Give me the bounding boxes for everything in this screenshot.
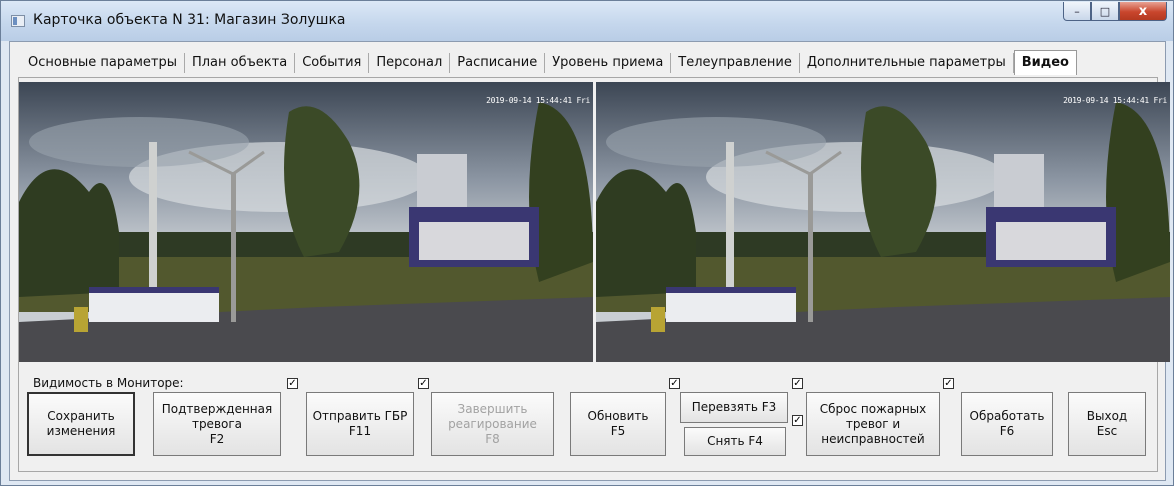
save-changes-button[interactable]: Сохранить изменения — [27, 392, 135, 456]
close-button[interactable]: x — [1119, 2, 1167, 21]
tab-strip: Основные параметры План объекта События … — [18, 49, 1077, 76]
refresh-button[interactable]: Обновить F5 — [570, 392, 666, 456]
tab-schedule[interactable]: Расписание — [450, 53, 546, 73]
tab-main-parameters[interactable]: Основные параметры — [18, 53, 185, 73]
app-icon — [11, 15, 25, 27]
confirmed-alarm-button[interactable]: Подтвержденная тревога F2 — [153, 392, 281, 456]
visibility-checkbox-disarm[interactable]: ✓ — [792, 415, 803, 426]
tab-personnel[interactable]: Персонал — [369, 53, 451, 73]
tab-additional-parameters[interactable]: Дополнительные параметры — [800, 53, 1014, 73]
tab-reception-level[interactable]: Уровень приема — [545, 53, 672, 73]
camera-view-1[interactable]: 2019-09-14 15:44:41 Fri — [19, 82, 593, 362]
disarm-button[interactable]: Снять F4 — [684, 427, 786, 456]
monitor-visibility-label: Видимость в Мониторе: — [33, 376, 184, 390]
visibility-checkbox-rearm[interactable]: ✓ — [792, 378, 803, 389]
exit-button[interactable]: Выход Esc — [1068, 392, 1146, 456]
tab-events[interactable]: События — [295, 53, 370, 73]
camera-image-2 — [596, 82, 1170, 362]
camera-view-2[interactable]: 2019-09-14 15:44:41 Fri — [596, 82, 1170, 362]
visibility-checkbox-send-gbr[interactable]: ✓ — [418, 378, 429, 389]
tab-object-plan[interactable]: План объекта — [185, 53, 296, 73]
visibility-checkbox-refresh[interactable]: ✓ — [669, 378, 680, 389]
minimize-button[interactable]: – — [1063, 2, 1091, 21]
process-button[interactable]: Обработать F6 — [961, 392, 1053, 456]
camera-1-timestamp: 2019-09-14 15:44:41 Fri — [486, 96, 590, 105]
camera-2-timestamp: 2019-09-14 15:44:41 Fri — [1063, 96, 1167, 105]
camera-image-1 — [19, 82, 593, 362]
reset-fire-alarms-button[interactable]: Сброс пожарных тревог и неисправностей — [806, 392, 940, 456]
visibility-checkbox-reset-fire[interactable]: ✓ — [943, 378, 954, 389]
title-bar[interactable]: Карточка объекта N 31: Магазин Золушка –… — [1, 1, 1173, 41]
tab-video[interactable]: Видео — [1013, 49, 1077, 75]
maximize-button[interactable]: □ — [1091, 2, 1119, 21]
visibility-checkbox-confirmed-alarm[interactable]: ✓ — [287, 378, 298, 389]
rearm-button[interactable]: Перевзять F3 — [680, 392, 788, 423]
finish-response-button: Завершить реагирование F8 — [431, 392, 554, 456]
window-title: Карточка объекта N 31: Магазин Золушка — [33, 12, 346, 28]
window-controls: – □ x — [1063, 2, 1167, 22]
tab-telecontrol[interactable]: Телеуправление — [671, 53, 800, 73]
send-gbr-button[interactable]: Отправить ГБР F11 — [306, 392, 414, 456]
